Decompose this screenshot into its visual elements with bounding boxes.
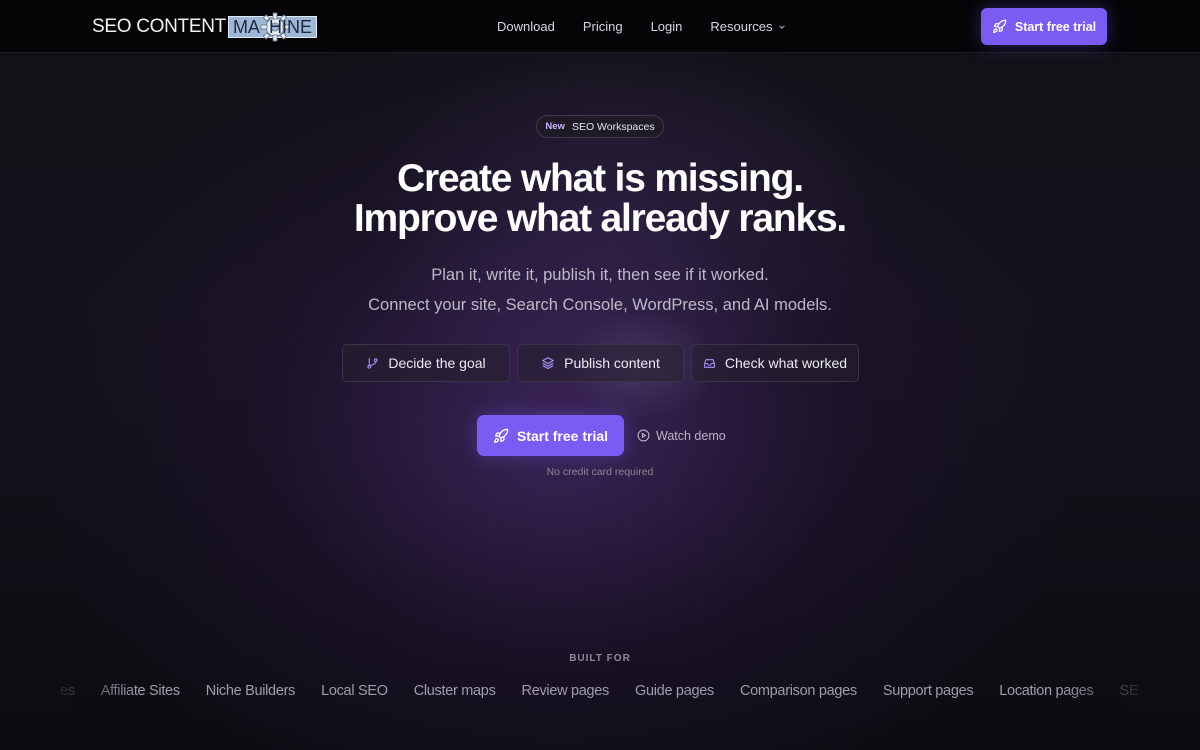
step-check-worked[interactable]: Check what worked	[691, 344, 859, 382]
nav-pricing-label: Pricing	[582, 19, 623, 34]
list-item: Local SEO	[321, 683, 388, 699]
no-credit-card-note: No credit card required	[546, 466, 654, 478]
nav-start-trial-button[interactable]: Start free trial	[981, 8, 1107, 45]
step-publish-content-label: Publish content	[564, 355, 660, 371]
play-circle-icon	[637, 429, 650, 442]
marquee-track: es Affiliate Sites Niche Builders Local …	[60, 683, 1164, 699]
list-item: Guide pages	[635, 683, 714, 699]
list-item: Cluster maps	[413, 683, 496, 699]
nav-pricing[interactable]: Pricing	[583, 19, 623, 34]
nav-resources[interactable]: Resources	[710, 19, 785, 34]
subheadline-line-1: Plan it, write it, publish it, then see …	[431, 266, 769, 284]
list-item: Comparison pages	[739, 683, 857, 699]
top-navbar: SEO CONTENT MA HINE Download Pricing Log…	[0, 0, 1200, 53]
headline-line-1: Create what is missing.	[397, 157, 804, 200]
list-item: Review pages	[521, 683, 610, 699]
layers-icon	[542, 357, 554, 370]
step-publish-content[interactable]: Publish content	[517, 344, 684, 382]
built-for-marquee: es Affiliate Sites Niche Builders Local …	[0, 683, 1200, 707]
nav-login-label: Login	[650, 19, 683, 34]
chevron-down-icon	[778, 24, 785, 29]
new-feature-badge[interactable]: New SEO Workspaces	[536, 115, 664, 138]
nav-start-trial-label: Start free trial	[1014, 19, 1097, 34]
inbox-icon	[703, 358, 715, 368]
logo-badge: MA HINE	[227, 12, 317, 42]
nav-download[interactable]: Download	[497, 19, 555, 34]
logo-box-text: MA HINE	[232, 16, 312, 37]
list-item: Niche Builders	[205, 683, 296, 699]
hero-start-trial-label: Start free trial	[516, 427, 609, 444]
badge-tag: New	[545, 121, 565, 132]
marquee-fade-left	[0, 683, 140, 707]
rocket-icon	[493, 428, 509, 443]
git-branch-icon	[367, 357, 378, 369]
step-check-worked-label: Check what worked	[724, 355, 848, 371]
nav-login[interactable]: Login	[651, 19, 683, 34]
badge-text: SEO Workspaces	[571, 120, 655, 133]
watch-demo-label: Watch demo	[656, 428, 726, 443]
list-item: Support pages	[882, 683, 974, 699]
rocket-icon	[992, 19, 1007, 34]
nav-download-label: Download	[497, 19, 555, 34]
logo-text: SEO CONTENT	[92, 16, 226, 37]
step-decide-goal[interactable]: Decide the goal	[342, 344, 510, 382]
logo[interactable]: SEO CONTENT MA HINE	[92, 12, 317, 42]
nav-links: Download Pricing Login Resources	[497, 0, 814, 53]
built-for-heading: BUILT FOR	[569, 653, 631, 664]
hero-start-trial-button[interactable]: Start free trial	[477, 415, 624, 456]
watch-demo-link[interactable]: Watch demo	[637, 415, 726, 456]
headline-line-2: Improve what already ranks.	[353, 197, 847, 240]
marquee-fade-right	[1060, 683, 1200, 707]
workflow-steps: Decide the goal Publish content Check wh…	[342, 344, 866, 382]
step-decide-goal-label: Decide the goal	[388, 355, 486, 371]
subheadline-line-2: Connect your site, Search Console, WordP…	[368, 296, 832, 314]
nav-resources-label: Resources	[710, 19, 773, 34]
